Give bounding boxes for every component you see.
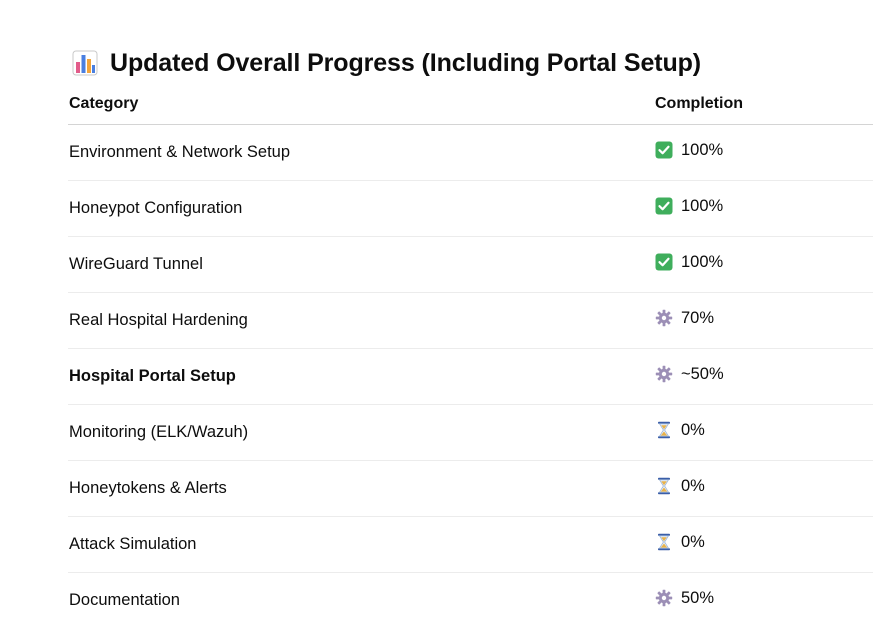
category-cell: Documentation [69, 591, 180, 609]
gear-icon [655, 365, 673, 383]
table-row: Monitoring (ELK/Wazuh) 0% [68, 405, 873, 461]
table-row: Documentation 50% [68, 573, 873, 628]
category-cell: WireGuard Tunnel [69, 255, 203, 273]
category-cell: Honeytokens & Alerts [69, 479, 227, 497]
table-row: Honeypot Configuration 100% [68, 181, 873, 237]
hourglass-icon [655, 477, 673, 495]
hourglass-icon [655, 421, 673, 439]
check-mark-icon [655, 197, 673, 215]
table-row: Attack Simulation 0% [68, 517, 873, 573]
bar-chart-icon [72, 50, 98, 76]
category-cell: Real Hospital Hardening [69, 311, 248, 329]
completion-value: 70% [681, 308, 715, 327]
status-badge: 100% [655, 253, 723, 272]
completion-value: 50% [681, 588, 715, 607]
gear-icon [655, 309, 673, 327]
completion-cell: 100% [655, 141, 873, 165]
column-header-completion: Completion [655, 95, 743, 112]
table-row: WireGuard Tunnel 100% [68, 237, 873, 293]
category-cell: Honeypot Configuration [69, 199, 243, 217]
hourglass-icon [655, 533, 673, 551]
category-cell: Monitoring (ELK/Wazuh) [69, 423, 249, 441]
table-row: Environment & Network Setup 100% [68, 125, 873, 181]
completion-cell: 100% [655, 253, 873, 277]
status-badge: 100% [655, 141, 723, 160]
completion-value: 100% [681, 252, 724, 271]
completion-value: ~50% [681, 364, 724, 383]
category-cell: Hospital Portal Setup [69, 367, 236, 385]
table-row: Hospital Portal Setup ~50% [68, 349, 873, 405]
section-heading: Updated Overall Progress (Including Port… [72, 44, 701, 82]
completion-cell: 0% [655, 533, 873, 557]
status-badge: 100% [655, 197, 723, 216]
table-row: Honeytokens & Alerts 0% [68, 461, 873, 517]
table-header: Category Completion [68, 84, 873, 125]
check-mark-icon [655, 253, 673, 271]
status-badge: 0% [655, 477, 705, 496]
page-title: Updated Overall Progress (Including Port… [110, 48, 702, 77]
completion-cell: 0% [655, 421, 873, 445]
table-row: Real Hospital Hardening 70% [68, 293, 873, 349]
completion-cell: 50% [655, 589, 873, 613]
completion-cell: 100% [655, 197, 873, 221]
column-header-category: Category [69, 95, 139, 112]
completion-cell: ~50% [655, 365, 873, 389]
completion-value: 0% [681, 476, 705, 495]
completion-value: 100% [681, 140, 724, 159]
check-mark-icon [655, 141, 673, 159]
completion-cell: 0% [655, 477, 873, 501]
category-cell: Attack Simulation [69, 535, 197, 553]
completion-value: 0% [681, 420, 705, 439]
gear-icon [655, 589, 673, 607]
status-badge: ~50% [655, 365, 724, 384]
status-badge: 70% [655, 309, 714, 328]
status-badge: 50% [655, 589, 714, 608]
table-body: Environment & Network Setup 100% Honeypot … [68, 125, 873, 628]
progress-table: Category Completion Environment & Networ… [68, 84, 873, 628]
category-cell: Environment & Network Setup [69, 143, 291, 161]
completion-value: 0% [681, 532, 705, 551]
completion-value: 100% [681, 196, 724, 215]
completion-cell: 70% [655, 309, 873, 333]
status-badge: 0% [655, 421, 705, 440]
status-badge: 0% [655, 533, 705, 552]
